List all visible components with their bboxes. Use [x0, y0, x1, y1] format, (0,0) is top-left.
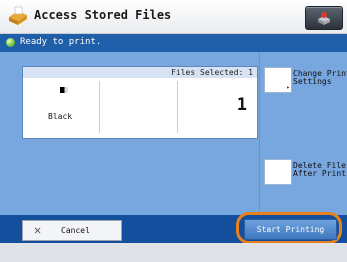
cell-divider — [177, 81, 178, 133]
status-icon — [318, 12, 330, 25]
status-text: Ready to print. — [20, 37, 102, 47]
cell-divider — [99, 81, 100, 133]
delete-file-after-printing-checkbox[interactable] — [264, 159, 292, 185]
start-printing-button[interactable]: Start Printing — [244, 219, 337, 240]
close-icon: ✕ — [34, 223, 42, 237]
start-printing-label: Start Printing — [256, 225, 325, 234]
footer-bar — [0, 243, 347, 262]
summary-row: Black 1 — [23, 78, 257, 138]
arrow-right-icon: ▸ — [286, 84, 290, 91]
app-icon — [9, 6, 27, 25]
black-color-icon — [60, 87, 68, 93]
delete-file-after-printing-label: Delete File After Printing — [293, 161, 347, 178]
ready-indicator-icon — [6, 38, 15, 47]
change-print-settings-button[interactable]: ▸ — [264, 67, 292, 93]
copies-count: 1 — [236, 95, 247, 115]
title-bar: Access Stored Files — [0, 0, 347, 34]
cancel-button[interactable]: ✕ Cancel — [22, 220, 122, 241]
panel-divider — [259, 52, 260, 215]
files-selected-label: Files Selected: 1 — [23, 67, 257, 78]
color-mode-label: Black — [48, 112, 73, 121]
page-title: Access Stored Files — [34, 8, 172, 22]
change-print-settings-label: Change Print Settings — [293, 69, 347, 86]
cancel-label: Cancel — [61, 226, 90, 235]
status-monitor-button[interactable] — [305, 6, 343, 30]
status-bar: Ready to print. — [0, 34, 347, 52]
print-summary-card: Files Selected: 1 Black 1 — [22, 66, 258, 139]
screen: Access Stored Files Ready to print. File… — [0, 0, 347, 262]
